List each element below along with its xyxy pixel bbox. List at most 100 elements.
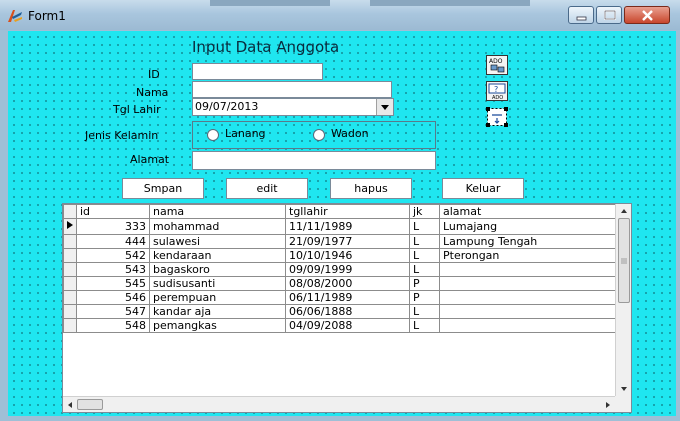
window-title: Form1 bbox=[28, 9, 66, 23]
ado-dataset-icon[interactable]: ? ADO bbox=[486, 81, 508, 101]
vertical-scroll-thumb[interactable] bbox=[618, 218, 630, 303]
datasource-icon[interactable] bbox=[486, 107, 508, 127]
scroll-corner bbox=[615, 396, 631, 412]
cell-alamat[interactable] bbox=[439, 290, 616, 305]
cell-nama[interactable]: pemangkas bbox=[149, 318, 286, 333]
row-indicator[interactable] bbox=[63, 290, 77, 305]
simpan-button[interactable]: Smpan bbox=[122, 178, 204, 199]
table-row[interactable]: 546 perempuan 06/11/1989 P bbox=[63, 290, 616, 305]
table-row[interactable]: 547 kandar aja 06/06/1888 L bbox=[63, 304, 616, 319]
cell-tgllahir[interactable]: 08/08/2000 bbox=[285, 276, 410, 291]
cell-tgllahir[interactable]: 21/09/1977 bbox=[285, 234, 410, 249]
cell-alamat[interactable]: Lampung Tengah bbox=[439, 234, 616, 249]
cell-id[interactable]: 542 bbox=[76, 248, 150, 263]
cell-tgllahir[interactable]: 06/11/1989 bbox=[285, 290, 410, 305]
cell-tgllahir[interactable]: 11/11/1989 bbox=[285, 218, 410, 235]
cell-tgllahir[interactable]: 10/10/1946 bbox=[285, 248, 410, 263]
column-header-jk[interactable]: jk bbox=[409, 204, 440, 219]
cell-alamat[interactable]: Lumajang bbox=[439, 218, 616, 235]
cell-jk[interactable]: L bbox=[409, 218, 440, 235]
cell-nama[interactable]: sudisusanti bbox=[149, 276, 286, 291]
cell-nama[interactable]: kandar aja bbox=[149, 304, 286, 319]
tgl-lahir-value: 09/07/2013 bbox=[195, 100, 259, 113]
row-indicator[interactable] bbox=[63, 304, 77, 319]
scroll-down-icon[interactable] bbox=[616, 382, 632, 396]
cell-jk[interactable]: L bbox=[409, 304, 440, 319]
alamat-input[interactable] bbox=[192, 151, 436, 170]
cell-id[interactable]: 548 bbox=[76, 318, 150, 333]
scroll-left-icon[interactable] bbox=[63, 397, 77, 413]
row-indicator[interactable] bbox=[63, 218, 77, 235]
cell-jk[interactable]: P bbox=[409, 276, 440, 291]
cell-tgllahir[interactable]: 09/09/1999 bbox=[285, 262, 410, 277]
scroll-right-icon[interactable] bbox=[601, 397, 615, 413]
row-indicator[interactable] bbox=[63, 318, 77, 333]
cell-id[interactable]: 546 bbox=[76, 290, 150, 305]
maximize-button[interactable] bbox=[596, 6, 622, 24]
radio-lanang-label[interactable]: Lanang bbox=[225, 127, 266, 140]
cell-nama[interactable]: bagaskoro bbox=[149, 262, 286, 277]
vertical-scrollbar[interactable] bbox=[615, 204, 631, 396]
table-row[interactable]: 543 bagaskoro 09/09/1999 L bbox=[63, 262, 616, 277]
row-indicator[interactable] bbox=[63, 262, 77, 277]
radio-wadon-label[interactable]: Wadon bbox=[331, 127, 369, 140]
table-row[interactable]: 444 sulawesi 21/09/1977 L Lampung Tengah bbox=[63, 234, 616, 249]
dropdown-button[interactable] bbox=[376, 99, 393, 115]
row-indicator[interactable] bbox=[63, 248, 77, 263]
cell-tgllahir[interactable]: 06/06/1888 bbox=[285, 304, 410, 319]
table-row[interactable]: 548 pemangkas 04/09/2088 L bbox=[63, 318, 616, 333]
cell-alamat[interactable] bbox=[439, 276, 616, 291]
cell-id[interactable]: 545 bbox=[76, 276, 150, 291]
radio-lanang[interactable] bbox=[207, 129, 219, 141]
table-row[interactable]: 545 sudisusanti 08/08/2000 P bbox=[63, 276, 616, 291]
row-indicator[interactable] bbox=[63, 276, 77, 291]
svg-text:?: ? bbox=[494, 85, 498, 94]
cell-jk[interactable]: L bbox=[409, 318, 440, 333]
row-indicator[interactable] bbox=[63, 234, 77, 249]
nama-input[interactable] bbox=[192, 81, 392, 98]
cell-nama[interactable]: perempuan bbox=[149, 290, 286, 305]
cell-id[interactable]: 333 bbox=[76, 218, 150, 235]
cell-nama[interactable]: sulawesi bbox=[149, 234, 286, 249]
close-button[interactable] bbox=[624, 6, 670, 24]
horizontal-scroll-thumb[interactable] bbox=[77, 399, 103, 410]
minimize-button[interactable] bbox=[568, 6, 594, 24]
cell-nama[interactable]: kendaraan bbox=[149, 248, 286, 263]
hapus-button[interactable]: hapus bbox=[330, 178, 412, 199]
title-bar[interactable]: Form1 bbox=[0, 0, 680, 30]
chevron-down-icon bbox=[381, 105, 389, 110]
cell-id[interactable]: 543 bbox=[76, 262, 150, 277]
keluar-button[interactable]: Keluar bbox=[442, 178, 524, 199]
cell-jk[interactable]: L bbox=[409, 234, 440, 249]
cell-nama[interactable]: mohammad bbox=[149, 218, 286, 235]
data-grid[interactable]: id nama tgllahir jk alamat 333 mohammad 11… bbox=[62, 203, 632, 413]
cell-alamat[interactable] bbox=[439, 304, 616, 319]
grid-indicator-header bbox=[63, 204, 77, 219]
tgl-lahir-datepicker[interactable]: 09/07/2013 bbox=[192, 98, 394, 116]
radio-wadon[interactable] bbox=[313, 129, 325, 141]
cell-alamat[interactable] bbox=[439, 262, 616, 277]
edit-button[interactable]: edit bbox=[226, 178, 308, 199]
horizontal-scrollbar[interactable] bbox=[63, 396, 615, 412]
cell-alamat[interactable] bbox=[439, 318, 616, 333]
column-header-alamat[interactable]: alamat bbox=[439, 204, 616, 219]
cell-jk[interactable]: L bbox=[409, 262, 440, 277]
table-row[interactable]: 333 mohammad 11/11/1989 L Lumajang bbox=[63, 218, 616, 235]
column-header-id[interactable]: id bbox=[76, 204, 150, 219]
table-row[interactable]: 542 kendaraan 10/10/1946 L Pterongan bbox=[63, 248, 616, 263]
cell-tgllahir[interactable]: 04/09/2088 bbox=[285, 318, 410, 333]
label-jenis-kelamin: Jenis Kelamin bbox=[85, 129, 159, 142]
cell-id[interactable]: 444 bbox=[76, 234, 150, 249]
ado-connection-icon[interactable]: ADO bbox=[486, 55, 508, 75]
background-window-edge bbox=[210, 0, 330, 6]
cell-alamat[interactable]: Pterongan bbox=[439, 248, 616, 263]
id-input[interactable] bbox=[192, 63, 323, 80]
label-tgl-lahir: Tgl Lahir bbox=[113, 103, 161, 116]
page-title: Input Data Anggota bbox=[192, 38, 340, 56]
cell-id[interactable]: 547 bbox=[76, 304, 150, 319]
scroll-up-icon[interactable] bbox=[616, 204, 632, 218]
cell-jk[interactable]: P bbox=[409, 290, 440, 305]
column-header-tgllahir[interactable]: tgllahir bbox=[285, 204, 410, 219]
cell-jk[interactable]: L bbox=[409, 248, 440, 263]
column-header-nama[interactable]: nama bbox=[149, 204, 286, 219]
